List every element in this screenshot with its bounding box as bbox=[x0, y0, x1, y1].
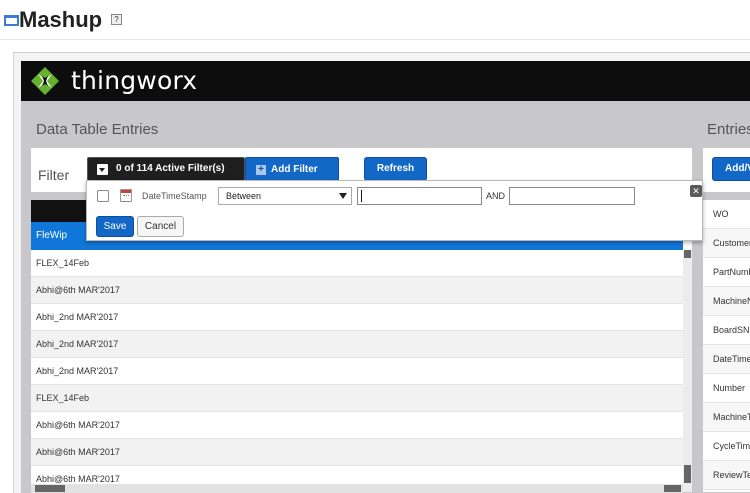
filter-operator-select[interactable]: Between bbox=[218, 187, 352, 205]
field-item[interactable]: ReviewTe bbox=[703, 461, 750, 490]
active-filters-dropdown[interactable]: 0 of 114 Active Filter(s) bbox=[87, 157, 245, 181]
filter-field-name: DateTimeStamp bbox=[142, 191, 207, 201]
grid-vertical-scrollbar[interactable] bbox=[683, 250, 692, 492]
table-row[interactable]: Abhi@6th MAR'2017 bbox=[31, 277, 683, 304]
field-item[interactable]: Number bbox=[703, 374, 750, 403]
grid-horizontal-scrollbar[interactable] bbox=[31, 484, 683, 493]
field-item[interactable]: BoardSN bbox=[703, 316, 750, 345]
table-row[interactable]: Abhi_2nd MAR'2017 bbox=[31, 331, 683, 358]
mashup-window-icon bbox=[4, 15, 19, 26]
add-view-button[interactable]: Add/V bbox=[712, 157, 750, 181]
field-item[interactable]: MachineName bbox=[703, 287, 750, 316]
field-item[interactable]: WO bbox=[703, 200, 750, 229]
cancel-button[interactable]: Cancel bbox=[137, 216, 184, 237]
add-filter-label: Add Filter bbox=[271, 164, 318, 175]
plus-icon: + bbox=[256, 165, 266, 175]
data-grid: FleWip FLEX_14Feb Abhi@6th MAR'2017 Abhi… bbox=[31, 200, 692, 492]
entries-title: Entries bbox=[707, 121, 750, 138]
page-title: Mashup bbox=[19, 7, 103, 32]
scroll-thumb[interactable] bbox=[35, 485, 65, 492]
field-item[interactable]: CustomerName bbox=[703, 229, 750, 258]
add-filter-button[interactable]: + Add Filter bbox=[245, 157, 339, 181]
filter-enable-checkbox[interactable] bbox=[97, 190, 109, 202]
grid-rows: FLEX_14Feb Abhi@6th MAR'2017 Abhi_2nd MA… bbox=[31, 250, 683, 492]
field-item[interactable]: MachineType bbox=[703, 403, 750, 432]
table-row[interactable]: Abhi_2nd MAR'2017 bbox=[31, 358, 683, 385]
page-header: Mashup ? bbox=[0, 0, 750, 40]
and-label: AND bbox=[486, 191, 506, 201]
filter-value-to-input[interactable] bbox=[509, 187, 635, 205]
save-button[interactable]: Save bbox=[96, 216, 134, 237]
table-row[interactable]: Abhi@6th MAR'2017 bbox=[31, 412, 683, 439]
filter-operator-value: Between bbox=[226, 191, 262, 201]
filter-label: Filter bbox=[38, 167, 70, 183]
field-list: WO CustomerName PartNumber MachineName B… bbox=[703, 200, 750, 492]
thingworx-logo-icon bbox=[31, 67, 59, 95]
help-icon[interactable]: ? bbox=[111, 14, 122, 25]
scroll-thumb[interactable] bbox=[684, 250, 691, 258]
brand-name: thingworx bbox=[71, 66, 198, 95]
table-row[interactable]: FLEX_14Feb bbox=[31, 385, 683, 412]
table-row[interactable]: FLEX_14Feb bbox=[31, 250, 683, 277]
field-item[interactable]: CycleTime bbox=[703, 432, 750, 461]
table-row[interactable]: Abhi_2nd MAR'2017 bbox=[31, 304, 683, 331]
scroll-thumb[interactable] bbox=[664, 485, 681, 492]
dropdown-arrow-icon bbox=[339, 193, 347, 199]
scroll-thumb[interactable] bbox=[684, 465, 691, 483]
filter-value-from-input[interactable] bbox=[357, 187, 482, 205]
thingworx-header-bar: thingworx bbox=[21, 61, 750, 101]
field-item[interactable]: DateTimeStamp bbox=[703, 345, 750, 374]
active-filters-text: 0 of 114 Active Filter(s) bbox=[116, 163, 225, 174]
caret-down-icon bbox=[97, 164, 108, 175]
close-icon[interactable]: ✕ bbox=[690, 185, 702, 197]
table-row[interactable]: Abhi@6th MAR'2017 bbox=[31, 439, 683, 466]
field-item[interactable]: PartNumber bbox=[703, 258, 750, 287]
refresh-button[interactable]: Refresh bbox=[364, 157, 427, 181]
filter-popup: DateTimeStamp Between AND ✕ Save Cancel bbox=[86, 180, 703, 241]
calendar-icon bbox=[120, 189, 132, 202]
data-table-entries-title: Data Table Entries bbox=[36, 121, 159, 138]
